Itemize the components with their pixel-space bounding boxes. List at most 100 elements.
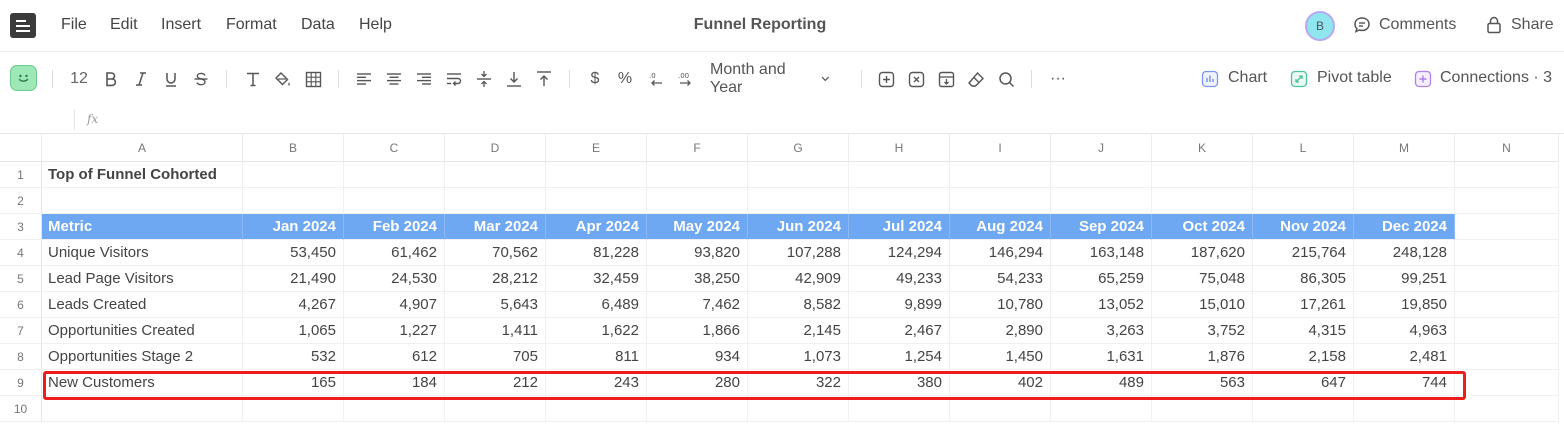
month-header-cell[interactable]: Aug 2024 bbox=[950, 214, 1051, 240]
more-options-icon[interactable]: ··· bbox=[1046, 67, 1070, 91]
value-cell[interactable]: 99,251 bbox=[1354, 266, 1455, 292]
cell[interactable] bbox=[1051, 162, 1152, 188]
column-header-j[interactable]: J bbox=[1051, 134, 1152, 162]
month-header-cell[interactable]: Jul 2024 bbox=[849, 214, 950, 240]
decrease-decimal-icon[interactable]: .0 bbox=[644, 67, 666, 91]
cell[interactable] bbox=[1354, 188, 1455, 214]
row-header-10[interactable]: 10 bbox=[0, 396, 42, 422]
month-header-cell[interactable]: Feb 2024 bbox=[344, 214, 445, 240]
value-cell[interactable]: 4,907 bbox=[344, 292, 445, 318]
bold-icon[interactable] bbox=[100, 67, 122, 91]
menu-data[interactable]: Data bbox=[301, 16, 335, 34]
menu-insert[interactable]: Insert bbox=[161, 16, 201, 34]
value-cell[interactable]: 4,267 bbox=[243, 292, 344, 318]
month-header-cell[interactable]: Nov 2024 bbox=[1253, 214, 1354, 240]
column-header-e[interactable]: E bbox=[546, 134, 647, 162]
column-header-h[interactable]: H bbox=[849, 134, 950, 162]
pivot-table-button[interactable]: Pivot table bbox=[1317, 69, 1392, 87]
value-cell[interactable]: 934 bbox=[647, 344, 748, 370]
month-header-cell[interactable]: Sep 2024 bbox=[1051, 214, 1152, 240]
cell[interactable] bbox=[344, 396, 445, 422]
percent-format-button[interactable]: % bbox=[614, 67, 636, 91]
menu-format[interactable]: Format bbox=[226, 16, 277, 34]
cell[interactable] bbox=[344, 162, 445, 188]
month-header-cell[interactable]: Oct 2024 bbox=[1152, 214, 1253, 240]
cell[interactable] bbox=[1455, 162, 1559, 188]
eraser-icon[interactable] bbox=[965, 67, 987, 91]
cell[interactable] bbox=[1455, 266, 1559, 292]
value-cell[interactable]: 9,899 bbox=[849, 292, 950, 318]
search-icon[interactable] bbox=[995, 67, 1017, 91]
row-header-9[interactable]: 9 bbox=[0, 370, 42, 396]
column-header-c[interactable]: C bbox=[344, 134, 445, 162]
cell[interactable] bbox=[445, 396, 546, 422]
value-cell[interactable]: 61,462 bbox=[344, 240, 445, 266]
cell[interactable] bbox=[546, 396, 647, 422]
cell[interactable] bbox=[445, 162, 546, 188]
cell[interactable] bbox=[647, 396, 748, 422]
month-header-cell[interactable]: Jun 2024 bbox=[748, 214, 849, 240]
cell[interactable] bbox=[546, 188, 647, 214]
row-header-4[interactable]: 4 bbox=[0, 240, 42, 266]
column-header-g[interactable]: G bbox=[748, 134, 849, 162]
value-cell[interactable]: 124,294 bbox=[849, 240, 950, 266]
cell[interactable] bbox=[647, 188, 748, 214]
metric-name-cell[interactable]: Unique Visitors bbox=[42, 240, 243, 266]
metric-name-cell[interactable]: New Customers bbox=[42, 370, 243, 396]
value-cell[interactable]: 532 bbox=[243, 344, 344, 370]
insert-icon[interactable] bbox=[875, 67, 897, 91]
increase-decimal-icon[interactable]: .00 bbox=[674, 67, 698, 91]
connections-icon[interactable] bbox=[1413, 67, 1433, 91]
value-cell[interactable]: 165 bbox=[243, 370, 344, 396]
value-cell[interactable]: 744 bbox=[1354, 370, 1455, 396]
value-cell[interactable]: 1,073 bbox=[748, 344, 849, 370]
cell[interactable] bbox=[42, 396, 243, 422]
vertical-align-middle-icon[interactable] bbox=[473, 67, 495, 91]
value-cell[interactable]: 705 bbox=[445, 344, 546, 370]
value-cell[interactable]: 2,145 bbox=[748, 318, 849, 344]
cell[interactable] bbox=[1253, 188, 1354, 214]
underline-icon[interactable] bbox=[160, 67, 182, 91]
cell[interactable] bbox=[243, 396, 344, 422]
value-cell[interactable]: 563 bbox=[1152, 370, 1253, 396]
fill-color-icon[interactable] bbox=[272, 67, 294, 91]
cell[interactable] bbox=[950, 162, 1051, 188]
value-cell[interactable]: 2,890 bbox=[950, 318, 1051, 344]
value-cell[interactable]: 380 bbox=[849, 370, 950, 396]
column-header-d[interactable]: D bbox=[445, 134, 546, 162]
value-cell[interactable]: 280 bbox=[647, 370, 748, 396]
cell[interactable] bbox=[1455, 292, 1559, 318]
cell[interactable] bbox=[243, 188, 344, 214]
comments-button[interactable]: Comments bbox=[1379, 16, 1456, 34]
row-header-5[interactable]: 5 bbox=[0, 266, 42, 292]
value-cell[interactable]: 1,254 bbox=[849, 344, 950, 370]
align-left-icon[interactable] bbox=[353, 67, 375, 91]
text-format-icon[interactable] bbox=[242, 67, 264, 91]
value-cell[interactable]: 647 bbox=[1253, 370, 1354, 396]
vertical-align-top-icon[interactable] bbox=[533, 67, 555, 91]
row-header-7[interactable]: 7 bbox=[0, 318, 42, 344]
share-button[interactable]: Share bbox=[1511, 16, 1554, 34]
cell[interactable] bbox=[546, 162, 647, 188]
menu-help[interactable]: Help bbox=[359, 16, 392, 34]
month-header-cell[interactable]: Jan 2024 bbox=[243, 214, 344, 240]
value-cell[interactable]: 1,227 bbox=[344, 318, 445, 344]
row-header-3[interactable]: 3 bbox=[0, 214, 42, 240]
cell[interactable] bbox=[748, 396, 849, 422]
cell[interactable] bbox=[1455, 370, 1559, 396]
cell[interactable] bbox=[849, 162, 950, 188]
cell[interactable] bbox=[1253, 162, 1354, 188]
value-cell[interactable]: 1,876 bbox=[1152, 344, 1253, 370]
row-header-6[interactable]: 6 bbox=[0, 292, 42, 318]
cell[interactable] bbox=[950, 188, 1051, 214]
value-cell[interactable]: 15,010 bbox=[1152, 292, 1253, 318]
column-header-l[interactable]: L bbox=[1253, 134, 1354, 162]
column-header-k[interactable]: K bbox=[1152, 134, 1253, 162]
value-cell[interactable]: 5,643 bbox=[445, 292, 546, 318]
app-menu-icon[interactable] bbox=[10, 13, 36, 38]
value-cell[interactable]: 81,228 bbox=[546, 240, 647, 266]
value-cell[interactable]: 24,530 bbox=[344, 266, 445, 292]
cell[interactable] bbox=[1455, 344, 1559, 370]
cell[interactable] bbox=[1455, 318, 1559, 344]
row-header-1[interactable]: 1 bbox=[0, 162, 42, 188]
